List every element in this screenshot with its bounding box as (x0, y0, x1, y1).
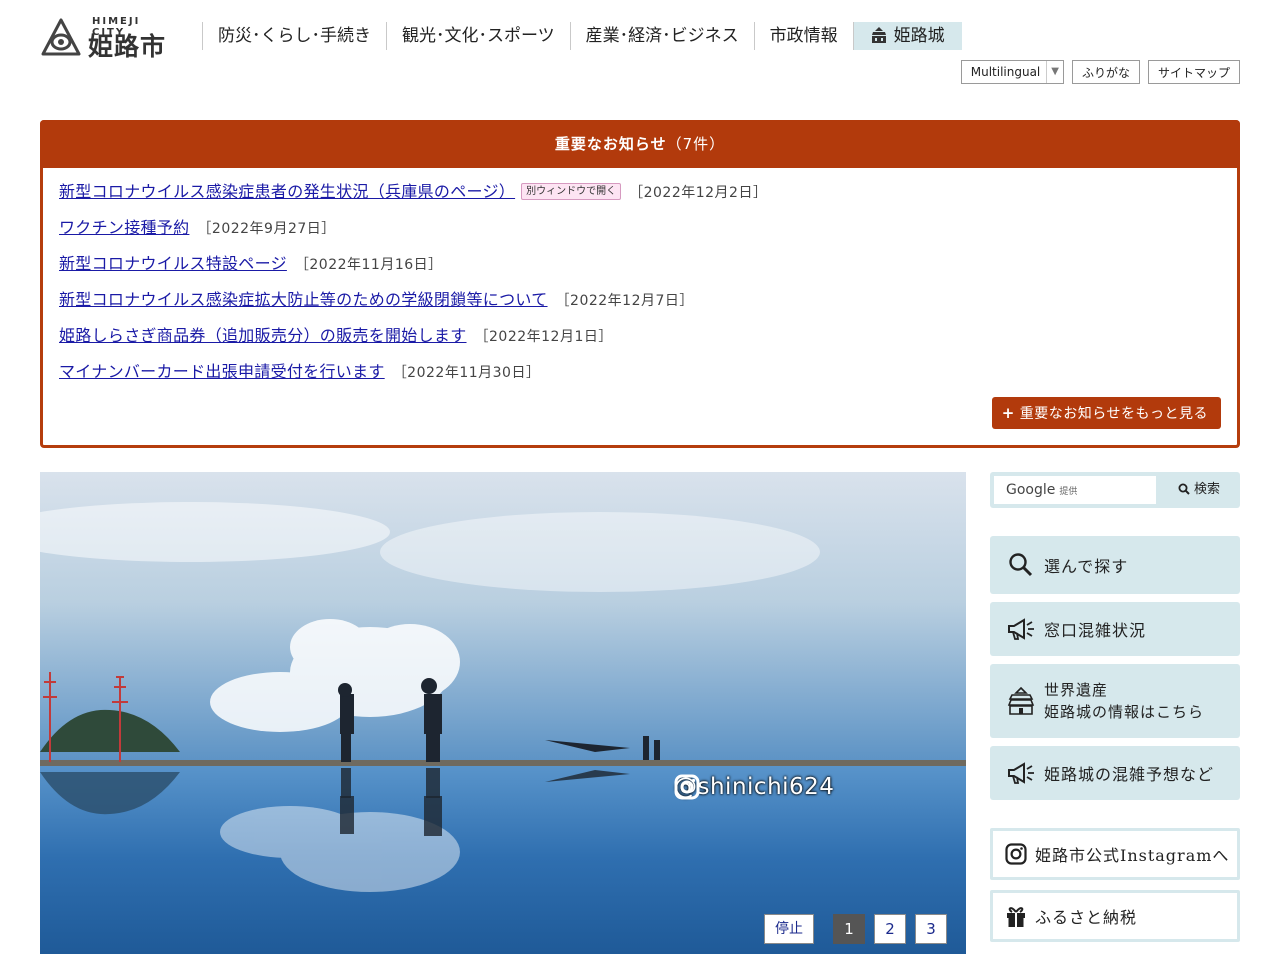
more-notices-label: 重要なお知らせをもっと見る (1019, 406, 1208, 422)
notice-date: ［2022年9月27日］ (197, 221, 336, 237)
chevron-down-icon: ▼ (1046, 61, 1059, 83)
search-button-label: 検索 (1193, 482, 1220, 497)
window-congestion-button[interactable]: 窓口混雑状況 (990, 602, 1240, 656)
notice-link[interactable]: 新型コロナウイルス感染症拡大防止等のための学級閉鎖等について (59, 290, 548, 309)
site-logo[interactable]: HIMEJI CITY 姫路市 (40, 16, 175, 61)
instagram-icon (674, 774, 700, 800)
himeji-logo-icon (41, 18, 81, 56)
castle-icon (871, 27, 886, 43)
plus-icon: + (1001, 404, 1015, 422)
multilingual-select[interactable]: Multilingual ▼ (960, 60, 1064, 84)
list-item: 姫路しらさぎ商品券（追加販売分）の販売を開始します ［2022年12月1日］ (59, 322, 767, 358)
notices-title: 重要なお知らせ (554, 135, 667, 153)
notice-date: ［2022年11月30日］ (392, 365, 541, 381)
search-button[interactable]: 検索 (1162, 476, 1236, 504)
slideshow-stop-button[interactable]: 停止 (764, 914, 814, 944)
list-item: 新型コロナウイルス特設ページ ［2022年11月16日］ (59, 250, 767, 286)
logo-japanese: 姫路市 (88, 32, 167, 61)
photo-credit: @shinichi624 (674, 774, 834, 800)
castle-icon (1006, 686, 1036, 716)
window-status-label: 窓口混雑状況 (1044, 621, 1147, 640)
nav-item-business[interactable]: 産業･経済･ビジネス (569, 22, 754, 50)
find-label: 選んで探す (1044, 557, 1129, 576)
sitemap-button[interactable]: サイトマップ (1147, 60, 1240, 84)
nav-castle-label: 姫路城 (893, 26, 945, 46)
google-label: Google (1006, 482, 1056, 498)
notices-heading: 重要なお知らせ（7件） (40, 120, 1240, 168)
instagram-label: 姫路市公式Instagramへ (1035, 846, 1230, 865)
castle-crowd-label: 姫路城の混雑予想など (1044, 765, 1215, 784)
megaphone-icon (1006, 616, 1036, 642)
gift-icon (1003, 904, 1029, 928)
furigana-button[interactable]: ふりがな (1071, 60, 1140, 84)
search-input[interactable]: Google 提供 (994, 476, 1156, 504)
nav-item-living[interactable]: 防災･くらし･手続き (202, 22, 386, 50)
notice-link[interactable]: ワクチン接種予約 (59, 218, 189, 237)
list-item: 新型コロナウイルス感染症拡大防止等のための学級閉鎖等について ［2022年12月7… (59, 286, 767, 322)
list-item: ワクチン接種予約 ［2022年9月27日］ (59, 214, 767, 250)
utility-links: Multilingual ▼ ふりがな サイトマップ (960, 60, 1240, 84)
nav-item-tourism[interactable]: 観光･文化･スポーツ (386, 22, 570, 50)
slide-page-1-button[interactable]: 1 (833, 914, 865, 944)
search-icon (1178, 483, 1190, 495)
castle-crowd-forecast-button[interactable]: 姫路城の混雑予想など (990, 746, 1240, 800)
furusato-tax-button[interactable]: ふるさと納税 (990, 890, 1240, 942)
notice-date: ［2022年12月2日］ (629, 185, 768, 201)
list-item: マイナンバーカード出張申請受付を行います ［2022年11月30日］ (59, 358, 767, 394)
notices-count: （7件） (666, 135, 726, 153)
heritage-text: 世界遺産 姫路城の情報はこちら (1044, 679, 1204, 723)
list-item: 新型コロナウイルス感染症患者の発生状況（兵庫県のページ） 別ウィンドウで開く ［20… (59, 178, 767, 214)
global-nav: 防災･くらし･手続き 観光･文化･スポーツ 産業･経済･ビジネス 市政情報 姫路… (202, 22, 962, 50)
hero-slideshow: @shinichi624 停止 1 2 3 (40, 472, 966, 954)
notice-link[interactable]: 新型コロナウイルス感染症患者の発生状況（兵庫県のページ） (59, 182, 515, 201)
more-notices-button[interactable]: + 重要なお知らせをもっと見る (991, 397, 1221, 429)
heritage-line1: 世界遺産 (1044, 681, 1109, 699)
site-search: Google 提供 検索 (990, 472, 1240, 508)
slide-page-2-button[interactable]: 2 (874, 914, 906, 944)
instagram-icon (1003, 843, 1029, 865)
provided-label: 提供 (1059, 487, 1078, 497)
nav-item-himeji-castle[interactable]: 姫路城 (852, 22, 962, 50)
notice-link[interactable]: 新型コロナウイルス特設ページ (59, 254, 287, 273)
notice-link[interactable]: 姫路しらさぎ商品券（追加販売分）の販売を開始します (59, 326, 467, 345)
heritage-line2: 姫路城の情報はこちら (1044, 703, 1205, 721)
multilingual-label: Multilingual (970, 65, 1041, 79)
hero-photo (40, 472, 966, 954)
notice-date: ［2022年12月7日］ (555, 293, 694, 309)
megaphone-icon (1006, 760, 1036, 786)
furusato-label: ふるさと納税 (1035, 908, 1138, 927)
find-by-category-button[interactable]: 選んで探す (990, 536, 1240, 594)
world-heritage-castle-button[interactable]: 世界遺産 姫路城の情報はこちら (990, 664, 1240, 738)
search-icon (1006, 552, 1036, 578)
notices-list: 新型コロナウイルス感染症患者の発生状況（兵庫県のページ） 別ウィンドウで開く ［20… (59, 178, 767, 394)
important-notices: 重要なお知らせ（7件） 新型コロナウイルス感染症患者の発生状況（兵庫県のページ）… (40, 120, 1240, 448)
notice-link[interactable]: マイナンバーカード出張申請受付を行います (59, 362, 385, 381)
slide-page-3-button[interactable]: 3 (915, 914, 947, 944)
instagram-link-button[interactable]: 姫路市公式Instagramへ (990, 828, 1240, 880)
new-window-badge: 別ウィンドウで開く (521, 183, 622, 200)
notice-date: ［2022年11月16日］ (294, 257, 443, 273)
notice-date: ［2022年12月1日］ (474, 329, 613, 345)
nav-item-city-info[interactable]: 市政情報 (753, 22, 853, 50)
